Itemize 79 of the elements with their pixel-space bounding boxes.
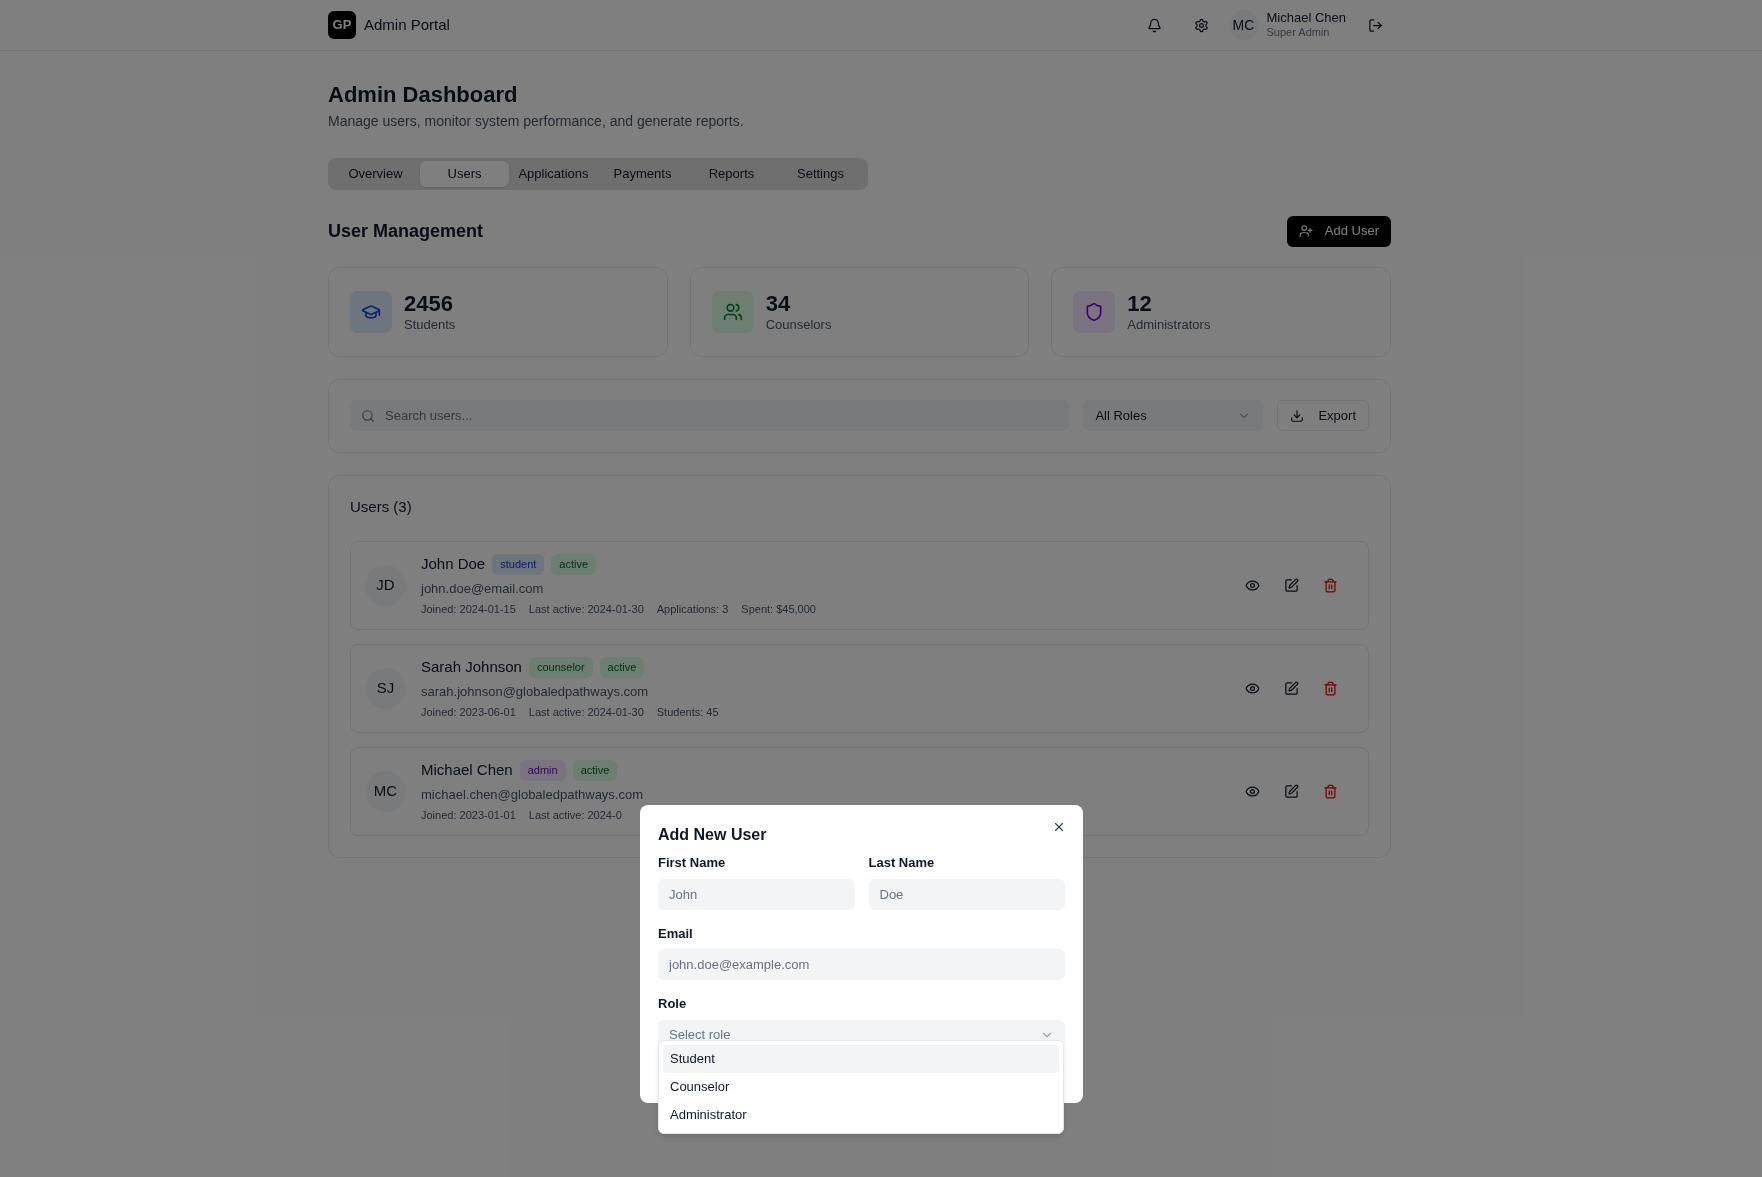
user-name: Sarah Johnson xyxy=(421,657,522,678)
stat-value: 2456 xyxy=(404,289,454,318)
user-email: john.doe@email.com xyxy=(421,579,545,598)
bell-icon[interactable] xyxy=(1146,17,1162,33)
user-detail: Last active: 2024-0 xyxy=(528,808,622,824)
input-field[interactable]: Doe xyxy=(868,878,1065,910)
search-field[interactable]: Search users... xyxy=(350,400,1070,431)
user-detail: Joined: 2024-01-15 xyxy=(421,602,516,618)
user-avatar: SJ xyxy=(365,668,406,709)
edit-icon[interactable] xyxy=(1284,681,1299,696)
user-detail: Last active: 2024-01-30 xyxy=(528,602,644,618)
user-tag: counselor xyxy=(528,657,593,678)
stat-label: Counselors xyxy=(765,317,832,334)
user-avatar: MC xyxy=(1228,10,1259,40)
tab[interactable]: Payments xyxy=(598,160,687,187)
field-label: Last Name xyxy=(868,854,936,872)
input-field[interactable]: john.doe@example.com xyxy=(658,949,1065,980)
user-tag: active xyxy=(599,657,645,678)
logout-icon[interactable] xyxy=(1368,17,1383,33)
user-detail: Applications: 3 xyxy=(656,602,729,618)
menu-option[interactable]: Administrator xyxy=(663,1101,1059,1129)
trash-icon[interactable] xyxy=(1323,578,1338,593)
shield-icon xyxy=(1084,301,1105,322)
people-icon xyxy=(722,301,743,322)
view-icon[interactable] xyxy=(1245,578,1260,593)
user-detail: Last active: 2024-01-30 xyxy=(528,705,644,721)
menu-option[interactable]: Student xyxy=(663,1045,1059,1073)
add-user-button[interactable]: Add User xyxy=(1286,215,1391,247)
trash-icon[interactable] xyxy=(1323,681,1338,696)
user-email: michael.chen@globaledpathways.com xyxy=(421,785,644,804)
tab[interactable]: Users xyxy=(420,160,509,187)
section-title: User Management xyxy=(328,219,484,243)
user-tag: student xyxy=(492,554,545,575)
close-icon xyxy=(1052,820,1066,834)
stat-label: Administrators xyxy=(1127,317,1211,334)
role-dropdown[interactable]: All Roles xyxy=(1083,400,1264,431)
tab[interactable]: Reports xyxy=(687,160,776,187)
user-role: Super Admin xyxy=(1266,26,1331,40)
user-tag: admin xyxy=(519,760,566,781)
user-tag: active xyxy=(572,760,618,781)
download-icon xyxy=(1290,408,1305,423)
user-detail: Students: 45 xyxy=(656,705,719,721)
view-icon[interactable] xyxy=(1245,784,1260,799)
export-button[interactable]: Export xyxy=(1277,400,1369,431)
user-detail: Joined: 2023-06-01 xyxy=(421,705,516,721)
user-email: sarah.johnson@globaledpathways.com xyxy=(421,682,650,701)
user-name: John Doe xyxy=(421,554,486,575)
user-plus-icon xyxy=(1298,224,1313,238)
tab[interactable]: Applications xyxy=(509,160,598,187)
user-avatar: MC xyxy=(365,771,406,812)
field-label: Email xyxy=(658,924,694,943)
search-icon xyxy=(361,408,375,423)
settings-icon[interactable] xyxy=(1193,17,1209,33)
search-input[interactable]: Search users... xyxy=(385,405,1059,426)
user-detail: Spent: $45,000 xyxy=(741,602,816,618)
edit-icon[interactable] xyxy=(1284,578,1299,593)
input-field[interactable]: John xyxy=(658,878,855,910)
tab[interactable]: Settings xyxy=(776,160,865,187)
user-avatar: JD xyxy=(365,565,406,606)
page-title: Admin Dashboard xyxy=(328,81,519,109)
logo: GP xyxy=(328,11,356,39)
stat-value: 34 xyxy=(765,289,792,318)
user-name: Michael Chen xyxy=(1266,10,1346,27)
tab[interactable]: Overview xyxy=(331,160,420,187)
stat-label: Students xyxy=(404,317,456,334)
view-icon[interactable] xyxy=(1245,681,1260,696)
stat-value: 12 xyxy=(1127,289,1153,318)
dialog-title: Add New User xyxy=(658,825,767,845)
user-name: Michael Chen xyxy=(421,760,513,781)
edit-icon[interactable] xyxy=(1284,784,1299,799)
user-detail: Joined: 2023-01-01 xyxy=(421,808,516,824)
page-subtitle: Manage users, monitor system performance, and generate reports. xyxy=(328,111,745,131)
field-label: Role xyxy=(658,995,688,1013)
user-tag: active xyxy=(551,554,597,575)
trash-icon[interactable] xyxy=(1323,784,1338,799)
app-title: Admin Portal xyxy=(364,14,450,35)
field-label: First Name xyxy=(658,854,727,872)
menu-option[interactable]: Counselor xyxy=(663,1073,1059,1101)
users-heading: Users (3) xyxy=(350,496,413,517)
